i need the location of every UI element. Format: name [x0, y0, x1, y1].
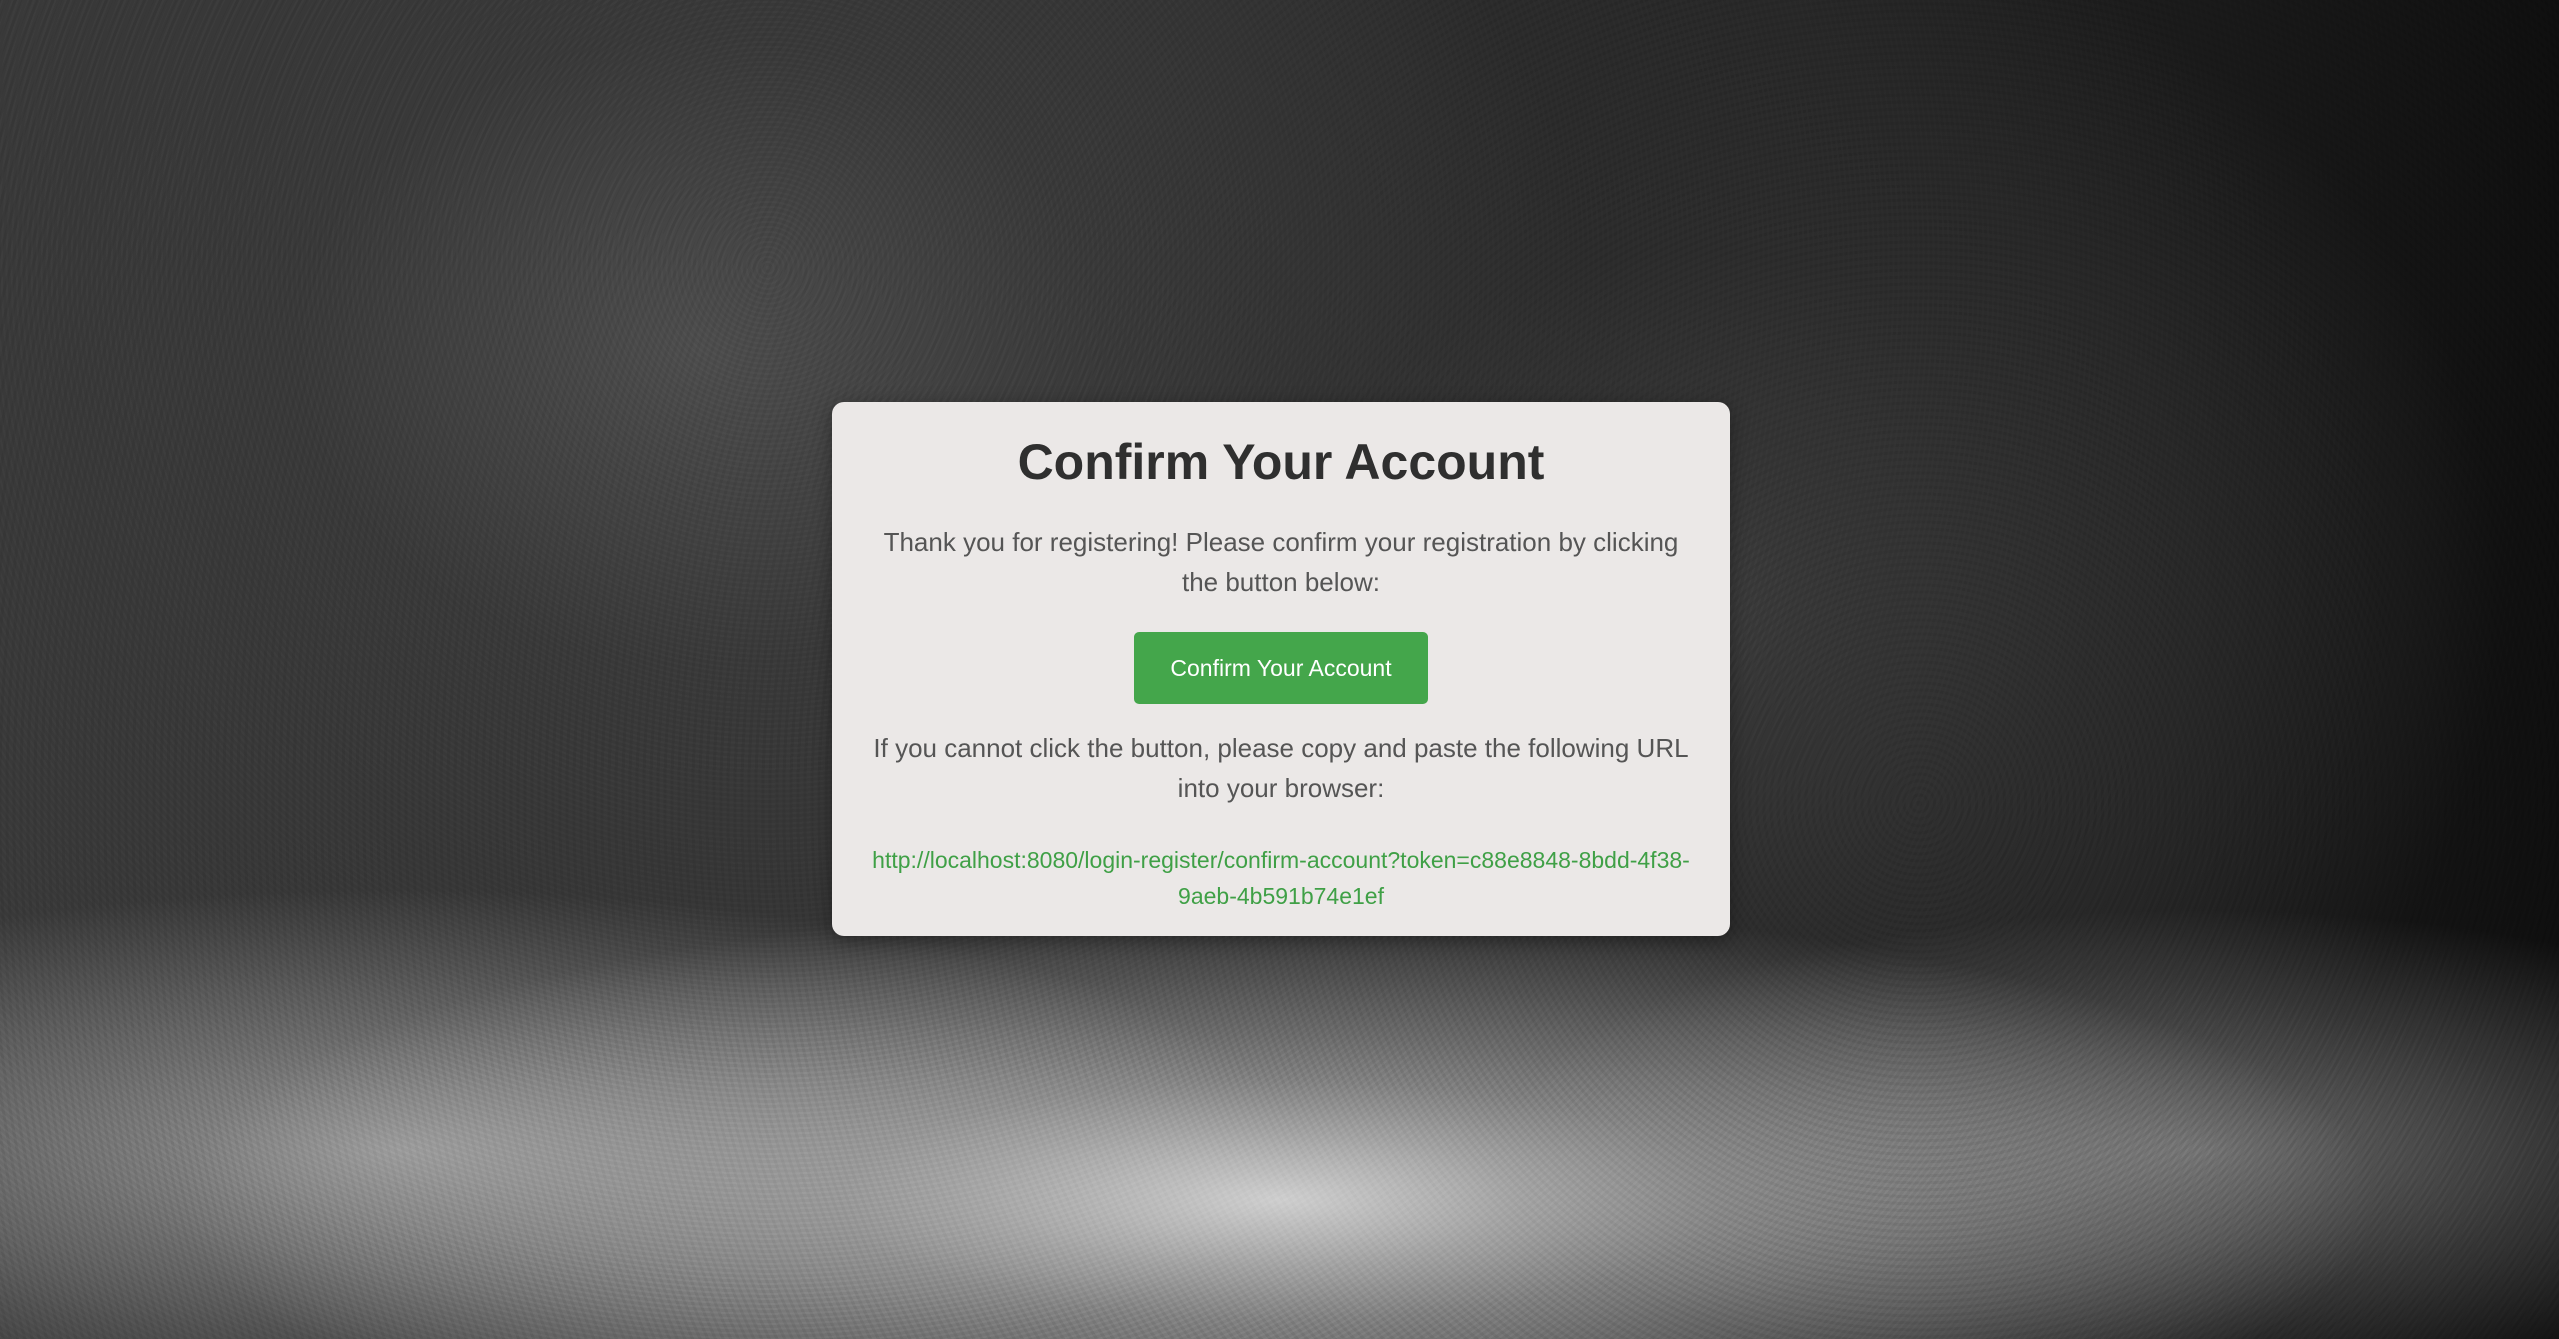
- confirm-account-button[interactable]: Confirm Your Account: [1134, 632, 1428, 704]
- confirm-url-link[interactable]: http://localhost:8080/login-register/con…: [868, 842, 1694, 914]
- confirmation-message: Thank you for registering! Please confir…: [883, 527, 1679, 597]
- confirm-account-card: Confirm Your Account Thank you for regis…: [832, 402, 1730, 936]
- fallback-message: If you cannot click the button, please c…: [873, 733, 1689, 803]
- page-title: Confirm Your Account: [1017, 434, 1545, 490]
